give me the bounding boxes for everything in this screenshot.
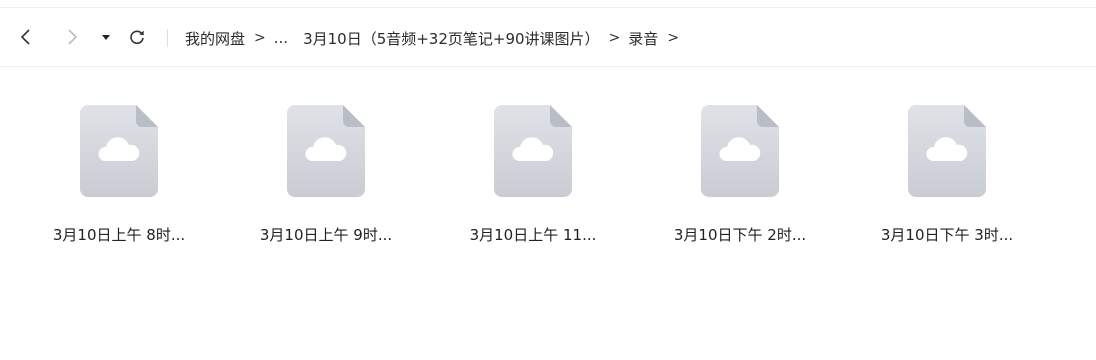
breadcrumb-separator: > <box>608 30 621 46</box>
cloud-file-icon <box>908 105 986 197</box>
file-grid: 3月10日上午 8时... 3月10日上午 9时... 3月10日上午 11..… <box>0 105 1096 255</box>
chevron-right-icon <box>68 29 78 45</box>
file-name: 3月10日上午 8时... <box>52 226 186 244</box>
refresh-button[interactable] <box>125 22 149 52</box>
file-item[interactable]: 3月10日上午 9时... <box>241 105 411 255</box>
cloud-file-icon <box>80 105 158 197</box>
cloud-file-icon <box>494 105 572 197</box>
file-name: 3月10日下午 3时... <box>880 226 1014 244</box>
breadcrumb-separator: > <box>667 30 680 46</box>
file-name: 3月10日上午 11... <box>469 226 597 244</box>
breadcrumb-current[interactable]: 录音 <box>628 28 658 49</box>
refresh-icon <box>130 30 144 45</box>
history-dropdown-button[interactable] <box>96 22 116 52</box>
cloud-file-icon <box>701 105 779 197</box>
file-item[interactable]: 3月10日上午 8时... <box>34 105 204 255</box>
file-name: 3月10日下午 2时... <box>673 226 807 244</box>
back-button[interactable] <box>14 22 38 52</box>
cloud-file-icon <box>287 105 365 197</box>
navigation-bar: 我的网盘 > ... 3月10日（5音频+32页笔记+90讲课图片） > 录音 … <box>0 8 1096 67</box>
nav-divider <box>167 29 168 47</box>
breadcrumb-root[interactable]: 我的网盘 <box>185 28 245 49</box>
breadcrumb-separator: > <box>254 30 266 46</box>
file-name: 3月10日上午 9时... <box>259 226 393 244</box>
chevron-left-icon <box>20 29 30 45</box>
breadcrumb-folder[interactable]: 3月10日（5音频+32页笔记+90讲课图片） <box>303 28 600 49</box>
file-item[interactable]: 3月10日下午 3时... <box>862 105 1032 255</box>
breadcrumb-ellipsis[interactable]: ... <box>274 29 288 47</box>
breadcrumb: 我的网盘 > ... 3月10日（5音频+32页笔记+90讲课图片） > 录音 … <box>185 27 687 49</box>
forward-button[interactable] <box>60 22 84 52</box>
file-item[interactable]: 3月10日下午 2时... <box>655 105 825 255</box>
caret-down-icon <box>102 35 110 40</box>
file-item[interactable]: 3月10日上午 11... <box>448 105 618 255</box>
